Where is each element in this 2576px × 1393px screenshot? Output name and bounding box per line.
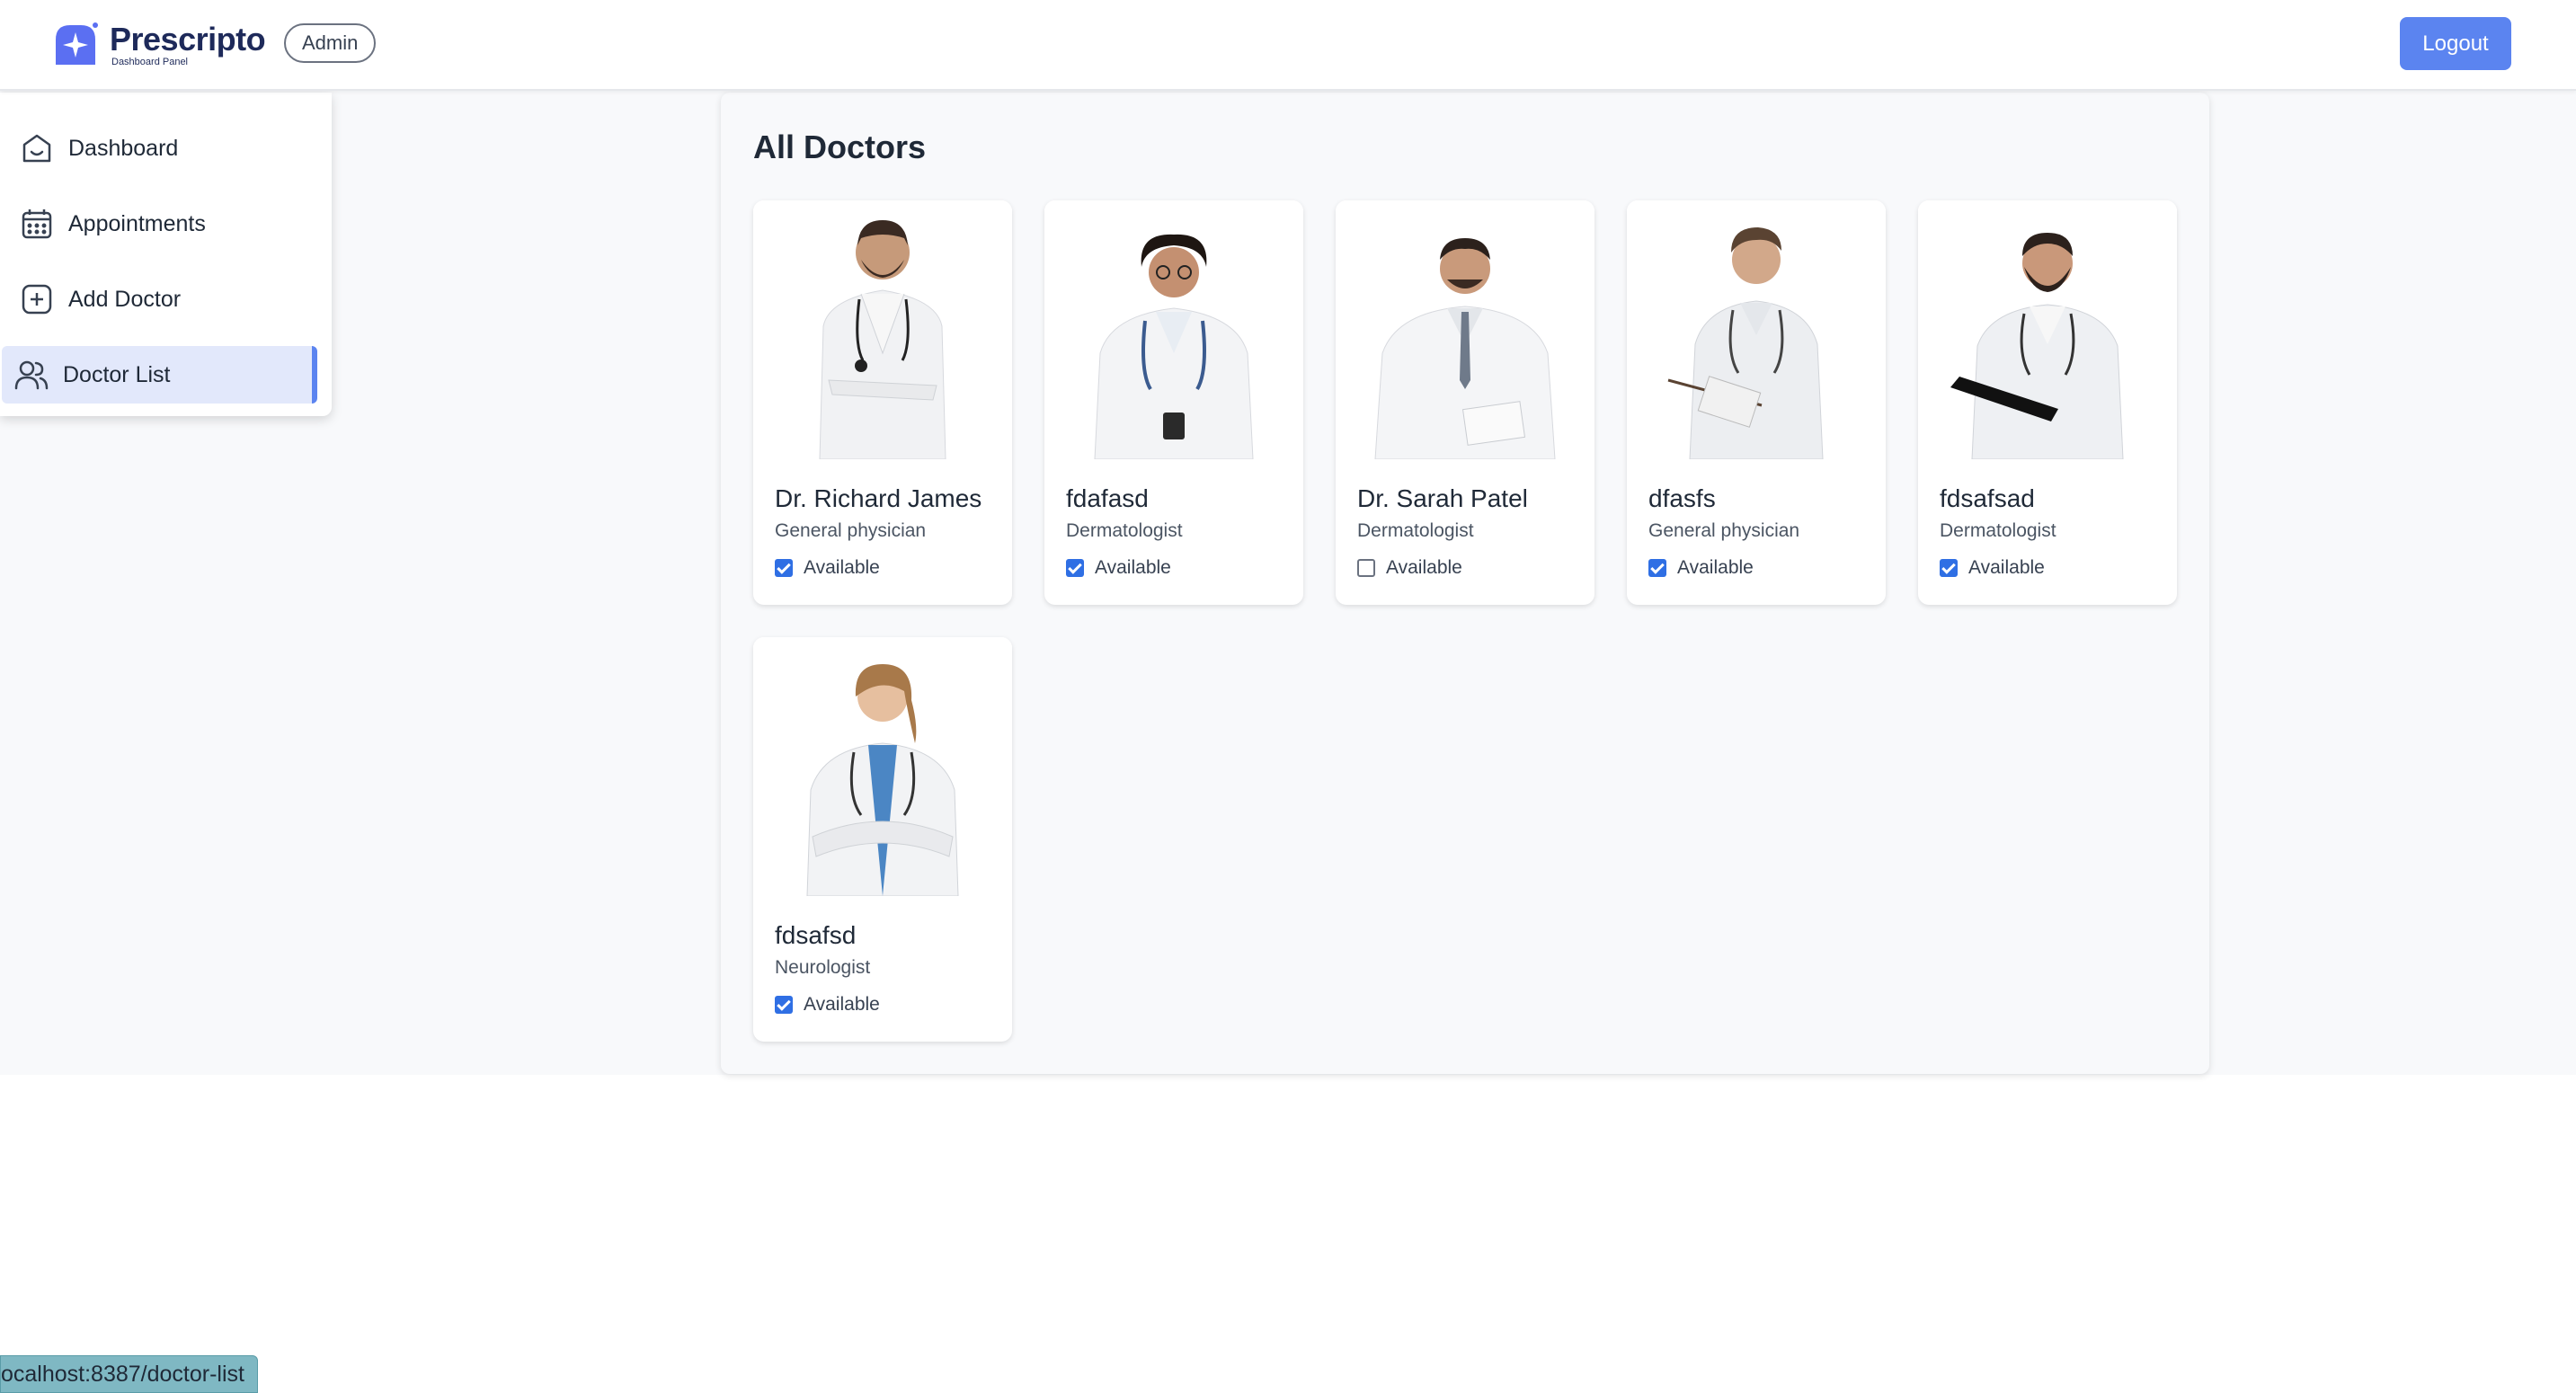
doctor-name: Dr. Richard James bbox=[775, 484, 982, 512]
availability-label: Available bbox=[804, 557, 880, 578]
doctor-photo bbox=[1044, 200, 1303, 459]
availability-checkbox[interactable] bbox=[1357, 559, 1375, 577]
availability-checkbox[interactable] bbox=[1648, 559, 1666, 577]
doctor-photo bbox=[753, 637, 1012, 896]
doctor-speciality: Dermatologist bbox=[1066, 520, 1183, 541]
doctor-card[interactable]: fdsafsd Neurologist Available bbox=[753, 637, 1012, 1042]
prescripto-logo-icon bbox=[56, 22, 98, 65]
calendar-icon bbox=[20, 207, 54, 241]
doctor-card[interactable]: fdafasd Dermatologist Available bbox=[1044, 200, 1303, 605]
brand-name: Prescripto bbox=[110, 21, 266, 58]
sidebar-item-doctor-list[interactable]: Doctor List bbox=[2, 346, 317, 404]
home-icon bbox=[20, 131, 54, 165]
sidebar-item-label: Doctor List bbox=[63, 361, 171, 387]
doctor-name: fdsafsd bbox=[775, 921, 857, 949]
availability-label: Available bbox=[1677, 557, 1754, 578]
doctor-photo bbox=[1336, 200, 1594, 459]
availability-toggle[interactable]: Available bbox=[1066, 557, 1171, 579]
doctor-name: dfasfs bbox=[1648, 484, 1716, 512]
availability-label: Available bbox=[1386, 557, 1462, 578]
availability-label: Available bbox=[1095, 557, 1171, 578]
doctor-photo bbox=[753, 200, 1012, 459]
availability-toggle[interactable]: Available bbox=[1648, 557, 1754, 579]
availability-toggle[interactable]: Available bbox=[1940, 557, 2045, 579]
people-icon bbox=[14, 358, 49, 392]
doctor-card[interactable]: dfasfs General physician Available bbox=[1627, 200, 1886, 605]
doctor-speciality: General physician bbox=[775, 520, 927, 541]
availability-checkbox[interactable] bbox=[775, 559, 793, 577]
availability-checkbox[interactable] bbox=[1066, 559, 1084, 577]
doctor-list-panel: All Doctors Dr. Richard James General ph… bbox=[721, 93, 2209, 1074]
sidebar-item-add-doctor[interactable]: Add Doctor bbox=[0, 262, 332, 337]
sidebar-item-appointments[interactable]: Appointments bbox=[0, 186, 332, 262]
availability-toggle[interactable]: Available bbox=[775, 994, 880, 1016]
availability-checkbox[interactable] bbox=[1940, 559, 1958, 577]
add-square-icon bbox=[20, 282, 54, 316]
doctor-card[interactable]: fdsafsad Dermatologist Available bbox=[1918, 200, 2177, 605]
role-badge: Admin bbox=[284, 23, 377, 63]
doctor-name: Dr. Sarah Patel bbox=[1357, 484, 1528, 512]
doctor-speciality: Neurologist bbox=[775, 957, 871, 978]
brand-logo[interactable]: Prescripto Dashboard Panel bbox=[50, 20, 266, 70]
page-title: All Doctors bbox=[753, 129, 927, 165]
top-bar: Prescripto Dashboard Panel Admin Logout bbox=[0, 0, 2576, 91]
doctor-speciality: General physician bbox=[1648, 520, 1800, 541]
doctor-name: fdsafsad bbox=[1940, 484, 2035, 512]
doctor-card[interactable]: Dr. Richard James General physician Avai… bbox=[753, 200, 1012, 605]
availability-checkbox[interactable] bbox=[775, 996, 793, 1014]
sidebar-item-label: Add Doctor bbox=[68, 286, 182, 312]
sidebar-item-label: Dashboard bbox=[68, 135, 179, 161]
sidebar-item-label: Appointments bbox=[68, 210, 206, 236]
availability-toggle[interactable]: Available bbox=[1357, 557, 1462, 579]
doctor-photo bbox=[1627, 200, 1886, 459]
doctor-speciality: Dermatologist bbox=[1940, 520, 2056, 541]
doctor-card[interactable]: Dr. Sarah Patel Dermatologist Available bbox=[1336, 200, 1594, 605]
availability-toggle[interactable]: Available bbox=[775, 557, 880, 579]
sidebar: Dashboard Appointments Add Doctor Doctor… bbox=[0, 93, 332, 416]
doctor-name: fdafasd bbox=[1066, 484, 1149, 512]
availability-label: Available bbox=[804, 994, 880, 1015]
logout-button[interactable]: Logout bbox=[2400, 17, 2511, 70]
sidebar-item-dashboard[interactable]: Dashboard bbox=[0, 111, 332, 186]
status-bar-url: ocalhost:8387/doctor-list bbox=[0, 1355, 258, 1393]
brand-subtitle: Dashboard Panel bbox=[111, 57, 189, 67]
doctor-photo bbox=[1918, 200, 2177, 459]
doctor-speciality: Dermatologist bbox=[1357, 520, 1474, 541]
availability-label: Available bbox=[1968, 557, 2045, 578]
